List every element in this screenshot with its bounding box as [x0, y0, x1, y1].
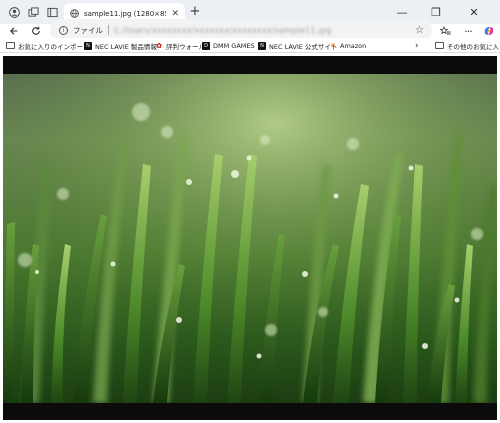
copilot-button[interactable]: [481, 24, 497, 38]
rakuten-icon: ✿: [156, 41, 162, 50]
favorite-import[interactable]: お気に入りのインポート: [6, 40, 90, 51]
file-scheme-label: ファイル: [73, 25, 103, 35]
more-menu-button[interactable]: ···: [460, 24, 476, 38]
favorites-bar: お気に入りのインポート N NEC LAVIE 製品情報 ✿ 評判ウォール D …: [0, 38, 500, 53]
globe-icon: [70, 9, 79, 18]
more-icon: ···: [464, 24, 472, 38]
favorite-label: Amazon: [340, 41, 367, 50]
divider: [108, 25, 109, 35]
close-icon: ✕: [469, 5, 479, 19]
favorite-amazon[interactable]: a Amazon: [329, 40, 366, 51]
favorite-nec-official[interactable]: N NEC LAVIE 公式サイト: [258, 40, 337, 51]
favorite-label: NEC LAVIE 製品情報: [95, 42, 157, 51]
nec-icon: N: [84, 41, 92, 50]
back-button[interactable]: [6, 24, 22, 38]
favorite-label: DMM GAMES: [213, 41, 255, 50]
grass-image: [3, 74, 497, 403]
favorites-button[interactable]: [437, 24, 453, 38]
favorite-dmm-games[interactable]: D DMM GAMES: [202, 40, 255, 51]
chevron-right-icon: ›: [415, 40, 419, 51]
favorite-label: その他のお気に入り: [447, 42, 500, 51]
favorites-overflow-button[interactable]: ›: [415, 40, 419, 51]
other-favorites-folder[interactable]: その他のお気に入り: [435, 40, 500, 51]
favorite-star-icon[interactable]: ☆: [415, 25, 424, 36]
close-window-button[interactable]: ✕: [460, 0, 488, 24]
url-text: C:/Users/xxxxxxxx/xxxxxxx/xxxxxxxx/sampl…: [114, 25, 332, 35]
minimize-icon: —: [396, 5, 408, 19]
navigation-bar: i ファイル C:/Users/xxxxxxxx/xxxxxxx/xxxxxxx…: [0, 19, 500, 41]
folder-icon: [6, 42, 15, 49]
tab-close-button[interactable]: ✕: [171, 9, 179, 19]
collections-icon[interactable]: [25, 4, 41, 20]
new-tab-button[interactable]: +: [188, 4, 202, 19]
vertical-tabs-icon[interactable]: [44, 4, 60, 20]
favorite-label: お気に入りのインポート: [18, 42, 90, 51]
back-arrow-icon: [10, 27, 18, 35]
dmm-icon: D: [202, 41, 210, 50]
folder-icon: [435, 42, 444, 49]
grass-photo[interactable]: [3, 74, 497, 403]
info-icon[interactable]: i: [59, 25, 68, 35]
favorites-list-icon: [439, 26, 450, 35]
favorite-label: 評判ウォール: [166, 42, 205, 51]
profile-icon[interactable]: [6, 4, 22, 20]
tab-title: sample11.jpg (1280×853): [84, 9, 166, 18]
nec-icon: N: [258, 41, 266, 50]
copilot-icon: [484, 27, 494, 35]
refresh-button[interactable]: [28, 24, 44, 38]
favorite-rakuten[interactable]: ✿ 評判ウォール: [155, 40, 205, 51]
favorite-nec-products[interactable]: N NEC LAVIE 製品情報: [84, 40, 157, 51]
favorite-label: NEC LAVIE 公式サイト: [269, 42, 338, 51]
refresh-icon: [32, 26, 40, 35]
restore-icon: ❐: [431, 5, 441, 19]
amazon-icon: a: [330, 42, 336, 49]
image-viewer: [3, 56, 497, 420]
